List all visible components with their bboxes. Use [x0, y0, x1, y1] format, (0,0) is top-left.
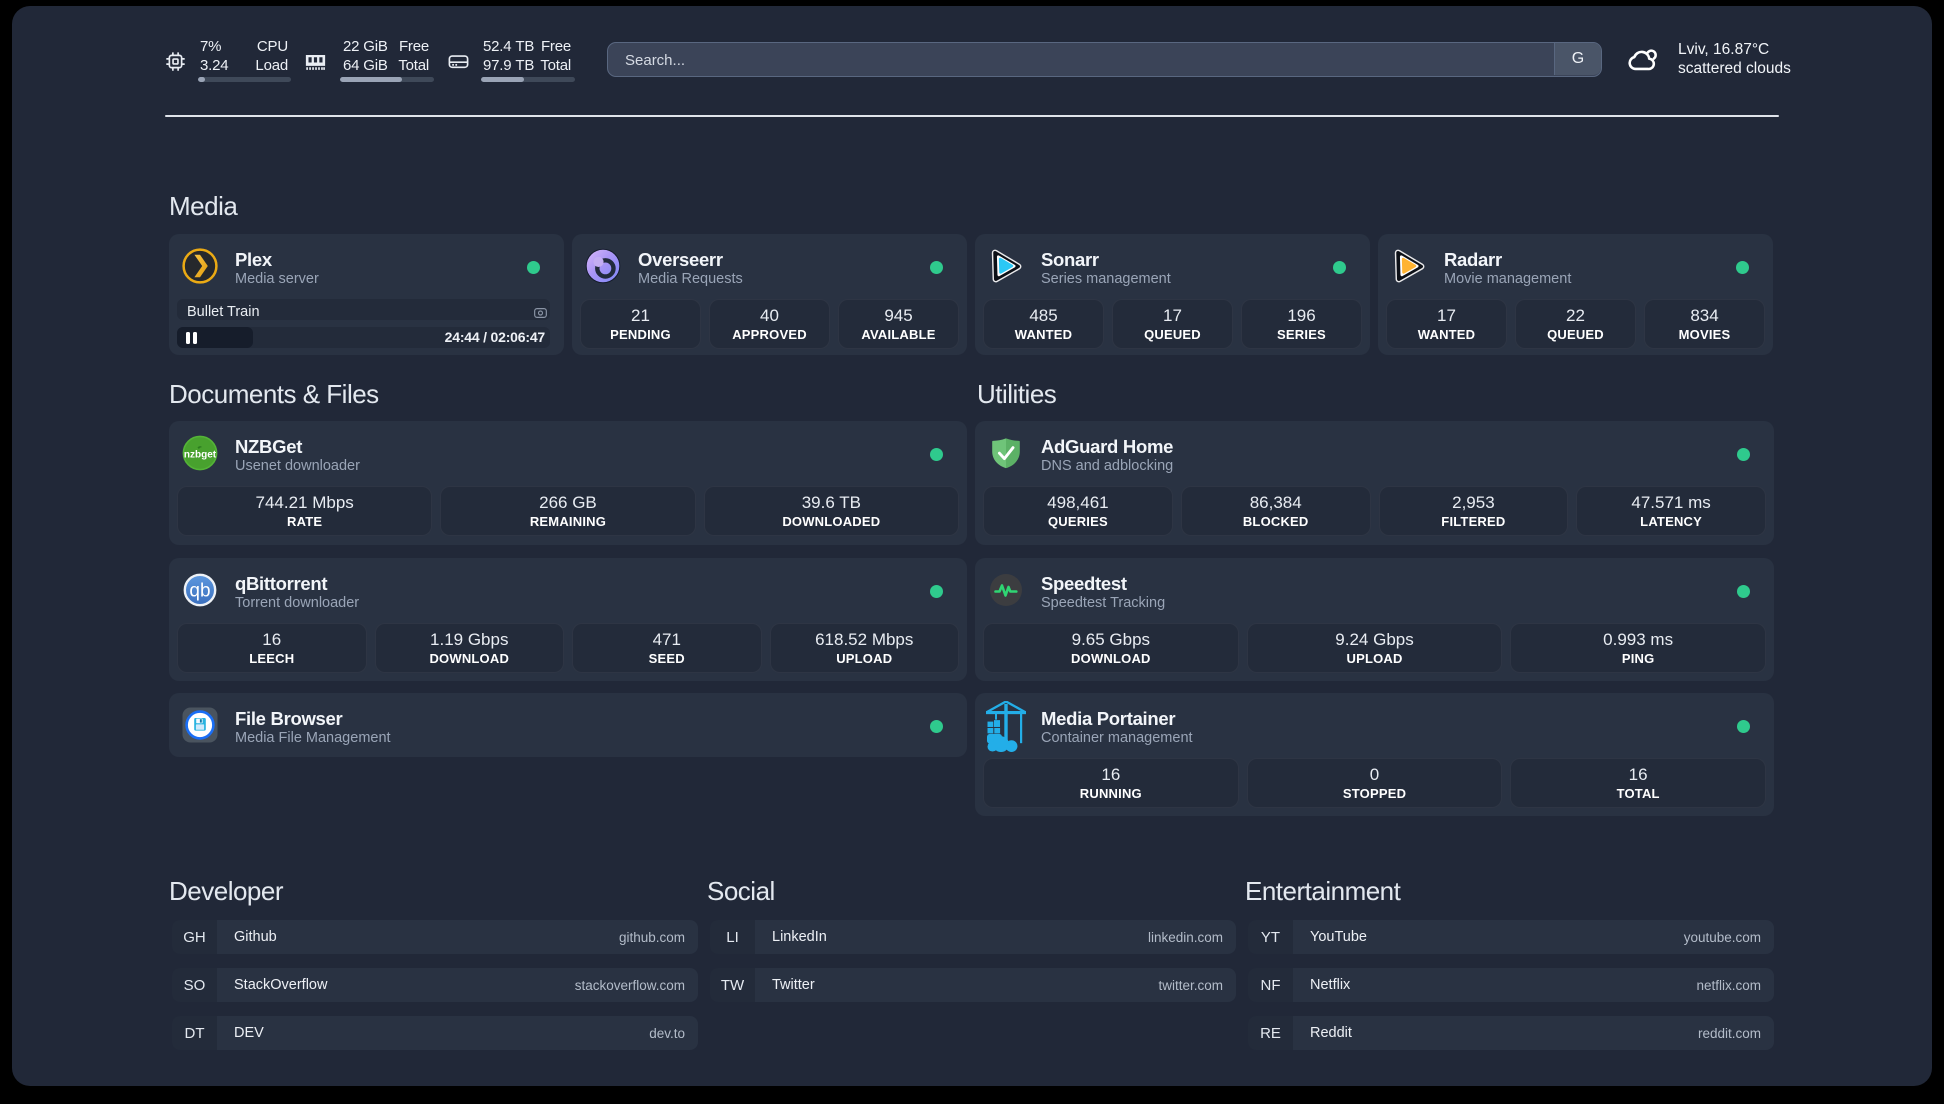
- svg-text:nzbget: nzbget: [184, 449, 217, 460]
- svg-text:qb: qb: [189, 581, 210, 602]
